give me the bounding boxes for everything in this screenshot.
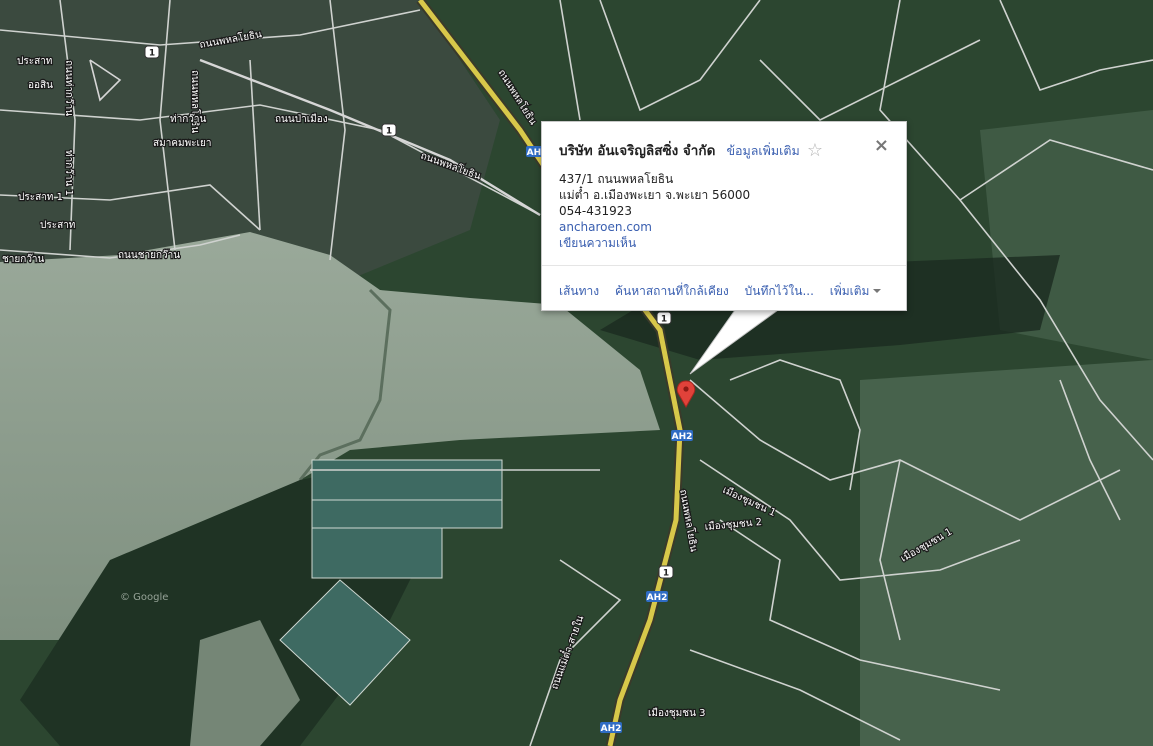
- place-title: บริษัท อันเจริญลิสซิ่ง จำกัด: [559, 143, 716, 159]
- label-orsin: ออสิน: [28, 80, 53, 91]
- google-watermark: © Google: [120, 592, 168, 603]
- star-icon[interactable]: ☆: [807, 140, 823, 161]
- close-icon[interactable]: ×: [874, 135, 889, 156]
- directions-link[interactable]: เส้นทาง: [559, 284, 599, 298]
- satellite-map[interactable]: ถนนพหลโยธิน ถนนพหลโยธิน ถนนพหลโยธิน ถนนพ…: [0, 0, 1153, 746]
- place-details: 437/1 ถนนพหลโยธิน แม่ต๋ำ อ.เมืองพะเยา จ.…: [559, 171, 750, 251]
- chevron-down-icon: [873, 289, 882, 293]
- ah-shield: AH2: [646, 591, 668, 603]
- save-to-link[interactable]: บันทึกไว้ใน...: [745, 284, 814, 298]
- svg-text:AH2: AH2: [601, 724, 622, 734]
- route-shield-1: 1: [381, 123, 397, 137]
- ah-shield: AH2: [600, 722, 622, 734]
- more-info-link[interactable]: ข้อมูลเพิ่มเติม: [726, 143, 799, 158]
- address-line1: 437/1 ถนนพหลโยธิน: [559, 172, 674, 186]
- label-prasat: ประสาท: [40, 220, 75, 231]
- phone-number: 054-431923: [559, 204, 633, 218]
- label-thanon-pramuang: ถนนป่าเมือง: [275, 113, 328, 125]
- label-thakwan-road: ถนนท่ากว๊าน: [63, 60, 75, 116]
- more-menu-label: เพิ่มเติม: [829, 284, 870, 298]
- svg-text:1: 1: [386, 127, 392, 137]
- svg-text:1: 1: [663, 569, 669, 579]
- route-shield-1: 1: [658, 565, 674, 579]
- svg-text:AH2: AH2: [672, 432, 693, 442]
- info-title-row: บริษัท อันเจริญลิสซิ่ง จำกัด ข้อมูลเพิ่ม…: [559, 139, 866, 161]
- label-chaikwan: ชายกว๊าน: [2, 253, 45, 265]
- label-prasat-top: ประสาท: [17, 56, 52, 67]
- label-thakwan-1: ท่ากว๊าน 1: [63, 150, 75, 196]
- svg-text:AH2: AH2: [647, 593, 668, 603]
- website-link[interactable]: ancharoen.com: [559, 219, 750, 235]
- place-info-window: บริษัท อันเจริญลิสซิ่ง จำกัด ข้อมูลเพิ่ม…: [541, 121, 907, 311]
- route-shield-1: 1: [144, 45, 160, 59]
- svg-text:1: 1: [661, 315, 667, 325]
- search-nearby-link[interactable]: ค้นหาสถานที่ใกล้เคียง: [615, 284, 729, 298]
- write-review-link[interactable]: เขียนความเห็น: [559, 235, 750, 251]
- label-samakhom: สมาคมพะเยา: [153, 138, 211, 149]
- svg-text:1: 1: [149, 49, 155, 59]
- divider: [542, 265, 906, 266]
- label-thanon-chaikwan: ถนนชายกว๊าน: [118, 249, 180, 261]
- address-line2: แม่ต๋ำ อ.เมืองพะเยา จ.พะเยา 56000: [559, 188, 751, 202]
- label-prasat1: ประสาท 1: [18, 192, 63, 203]
- label-thakwan: ท่ากว๊าน: [170, 113, 206, 125]
- label-muang-chumchon-3: เมืองชุมชน 3: [648, 707, 705, 719]
- info-actions: เส้นทาง ค้นหาสถานที่ใกล้เคียง บันทึกไว้ใ…: [559, 282, 893, 301]
- route-shield-1: 1: [656, 311, 672, 325]
- ah-shield: AH2: [671, 430, 693, 442]
- more-menu[interactable]: เพิ่มเติม: [830, 284, 882, 298]
